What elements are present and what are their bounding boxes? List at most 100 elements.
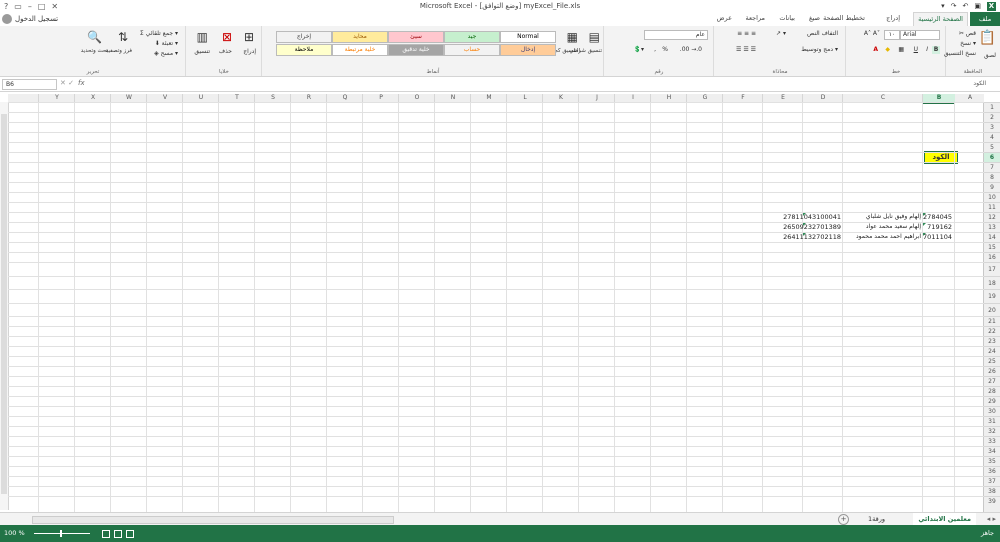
comma-button[interactable]: , — [654, 46, 656, 53]
cell-area[interactable]: الكود 2784045 إلهام وفيق نايل شلباي 278110… — [8, 102, 984, 512]
column-header-R[interactable]: R — [290, 94, 327, 102]
sort-filter-button[interactable]: فرز وتصفية — [106, 48, 132, 54]
column-header-P[interactable]: P — [362, 94, 399, 102]
column-header-V[interactable]: V — [146, 94, 183, 102]
column-header-G[interactable]: G — [686, 94, 723, 102]
font-size-select[interactable]: ١٠ — [884, 30, 900, 40]
column-header-N[interactable]: N — [434, 94, 471, 102]
tab-page-layout[interactable]: تخطيط الصفحة — [823, 14, 865, 22]
record-code-cell[interactable]: 7011104 — [923, 233, 952, 241]
error-indicator-icon[interactable] — [803, 213, 806, 216]
column-header-J[interactable]: J — [578, 94, 615, 102]
error-indicator-icon[interactable] — [923, 223, 926, 226]
orientation-icon[interactable]: ↗ ▾ — [776, 30, 786, 37]
error-indicator-icon[interactable] — [923, 213, 926, 216]
find-select-icon[interactable]: 🔍 — [87, 30, 102, 44]
signin-link[interactable]: تسجيل الدخول — [15, 15, 58, 23]
cell-style-3[interactable]: محايد — [332, 31, 388, 43]
column-header-D[interactable]: D — [802, 94, 843, 102]
column-header-C[interactable]: C — [842, 94, 923, 102]
insert-function-icon[interactable]: fx — [78, 79, 85, 87]
paste-button[interactable]: لصق — [984, 52, 996, 59]
record-name-cell[interactable]: إلهام وفيق نايل شلباي — [866, 213, 921, 220]
zoom-slider[interactable] — [34, 533, 90, 534]
new-sheet-icon[interactable]: + — [838, 514, 849, 525]
record-id-cell[interactable]: 26411132702118 — [783, 233, 841, 241]
column-header-A[interactable]: A — [954, 94, 985, 102]
cell-style-1[interactable]: جيد — [444, 31, 500, 43]
align-top-icon[interactable]: ≡ ≡ ≡ — [737, 30, 756, 37]
column-header-E[interactable]: E — [762, 94, 803, 102]
formula-input[interactable] — [92, 79, 972, 88]
cell-style-8[interactable]: خلية مرتبطة — [332, 44, 388, 56]
insert-cells-button[interactable]: إدراج — [243, 48, 256, 55]
conditional-format-icon[interactable]: ▤ — [589, 30, 600, 44]
zoom-slider-knob[interactable] — [60, 530, 62, 537]
font-name-select[interactable]: Arial — [900, 30, 940, 40]
sheet-nav-icon[interactable]: ◂ ▸ — [987, 515, 996, 523]
record-name-cell[interactable]: إلهام سعيد محمد عواد — [866, 223, 921, 230]
cut-button[interactable]: ✂ قص — [959, 30, 976, 37]
fill-button[interactable]: ⬇ تعبئة ▾ — [155, 40, 178, 47]
column-header-X[interactable]: X — [74, 94, 111, 102]
row-header-39[interactable]: 39 — [984, 496, 1000, 507]
row-header-18[interactable]: 18 — [984, 275, 1000, 291]
tab-insert[interactable]: إدراج — [886, 14, 900, 22]
column-header-K[interactable]: K — [542, 94, 579, 102]
row-header-19[interactable]: 19 — [984, 289, 1000, 304]
cell-style-7[interactable]: خلية تدقيق — [388, 44, 444, 56]
percent-button[interactable]: % — [662, 46, 668, 53]
zoom-level[interactable]: 100 % — [4, 529, 25, 537]
font-color-icon[interactable]: A — [873, 46, 878, 53]
cell-style-5[interactable]: إدخال — [500, 44, 556, 56]
borders-icon[interactable]: ▦ — [898, 46, 904, 53]
account-area[interactable]: تسجيل الدخول — [0, 12, 58, 26]
error-indicator-icon[interactable] — [923, 233, 926, 236]
cell-style-4[interactable]: إخراج — [276, 31, 332, 43]
column-header-S[interactable]: S — [254, 94, 291, 102]
column-header-I[interactable]: I — [614, 94, 651, 102]
record-id-cell[interactable]: 26509232701389 — [783, 223, 841, 231]
font-grow-icon[interactable]: A˄ A˅ — [864, 30, 880, 37]
tab-file[interactable]: ملف — [970, 12, 1000, 26]
column-header-L[interactable]: L — [506, 94, 543, 102]
record-name-cell[interactable]: ابراهيم احمد محمد محمود — [856, 233, 921, 240]
column-header-H[interactable]: H — [650, 94, 687, 102]
decimal-icon[interactable]: .00 →.0 — [680, 46, 702, 53]
delete-cells-button[interactable]: حذف — [219, 48, 232, 55]
record-id-cell[interactable]: 27811043100041 — [783, 213, 841, 221]
row-header-20[interactable]: 20 — [984, 302, 1000, 318]
page-break-view-icon[interactable] — [102, 530, 110, 538]
cell-style-9[interactable]: ملاحظة — [276, 44, 332, 56]
fill-color-icon[interactable]: ◆ — [885, 46, 890, 53]
bold-button[interactable]: B — [932, 46, 940, 54]
find-select-button[interactable]: بحث وتحديد — [81, 48, 108, 54]
format-cells-button[interactable]: تنسيق — [194, 48, 210, 55]
column-header-W[interactable]: W — [110, 94, 147, 102]
paste-icon[interactable]: 📋 — [979, 30, 996, 46]
align-left-icon[interactable]: ☰ ☰ ☰ — [736, 46, 756, 53]
cell-style-0[interactable]: Normal — [500, 31, 556, 43]
column-header-F[interactable]: F — [722, 94, 763, 102]
column-header-U[interactable]: U — [182, 94, 219, 102]
row-header-17[interactable]: 17 — [984, 262, 1000, 277]
page-layout-view-icon[interactable] — [114, 530, 122, 538]
format-as-table-icon[interactable]: ▦ — [567, 30, 578, 44]
underline-button[interactable]: U — [914, 46, 918, 53]
sheet-tab-sheet1[interactable]: ورقة1 — [863, 513, 890, 525]
tab-review[interactable]: مراجعة — [745, 14, 765, 22]
wrap-text-button[interactable]: التفاف النص — [807, 30, 838, 37]
name-box[interactable]: B6 — [2, 79, 57, 90]
copy-button[interactable]: نسخ ▾ — [960, 40, 976, 47]
column-header-T[interactable]: T — [218, 94, 255, 102]
italic-button[interactable]: I — [926, 46, 928, 53]
column-header-M[interactable]: M — [470, 94, 507, 102]
record-code-cell[interactable]: 719162 — [927, 223, 952, 231]
insert-cells-icon[interactable]: ⊞ — [244, 30, 254, 44]
cancel-confirm-icons[interactable]: ✕ ✓ — [60, 79, 74, 87]
merge-center-button[interactable]: دمج وتوسيط ▾ — [801, 46, 838, 53]
format-cells-icon[interactable]: ▥ — [197, 30, 208, 44]
sort-filter-icon[interactable]: ⇅ — [118, 30, 128, 44]
autosum-button[interactable]: Σ جمع تلقائي ▾ — [140, 30, 178, 37]
tab-formulas[interactable]: صيغ — [809, 14, 820, 22]
